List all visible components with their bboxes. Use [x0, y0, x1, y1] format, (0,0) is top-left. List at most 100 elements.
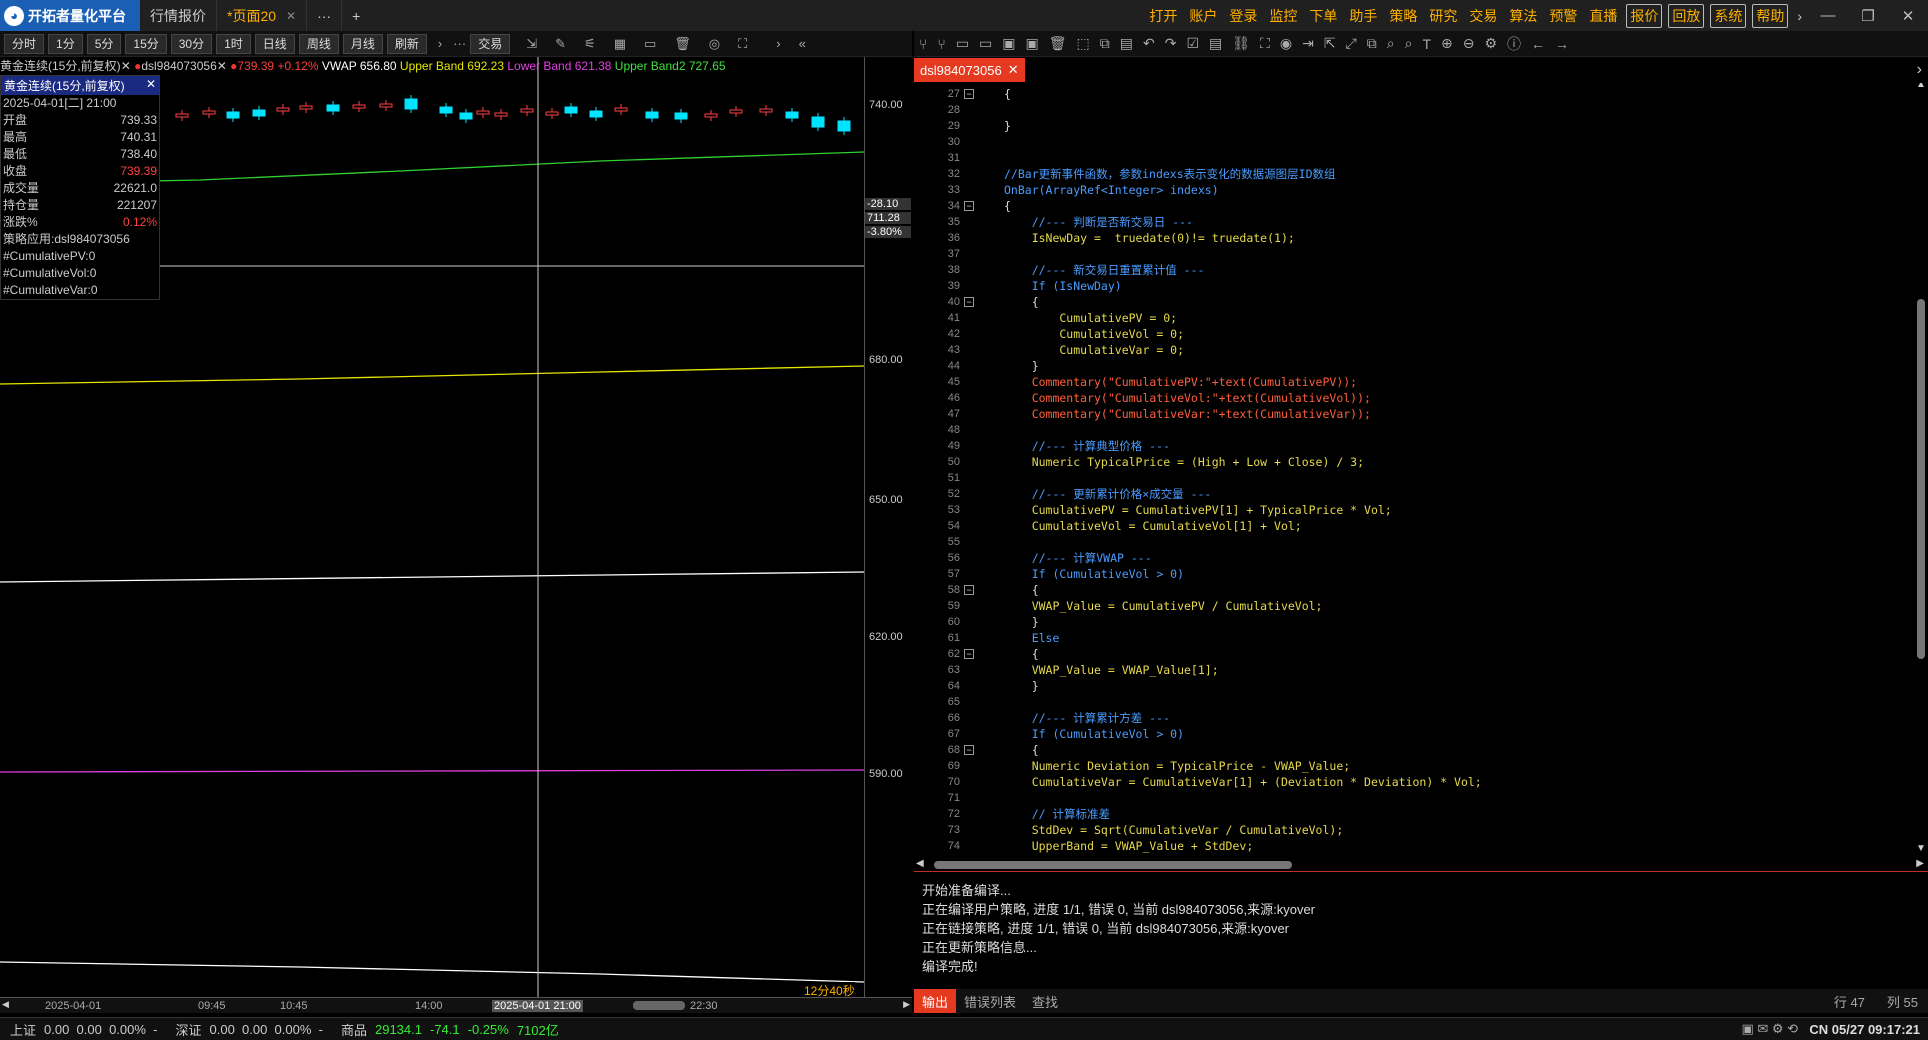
candle[interactable]	[520, 108, 534, 113]
time-scroll-thumb[interactable]	[633, 1001, 685, 1010]
fold-toggle-icon[interactable]: −	[964, 201, 974, 211]
menu-item-15[interactable]: 帮助	[1752, 3, 1789, 28]
period-button-3[interactable]: 15分	[125, 33, 167, 54]
stop-icon[interactable]: ◉	[1280, 35, 1292, 52]
period-button-5[interactable]: 1时	[216, 33, 251, 54]
scroll-right-icon[interactable]: ▶	[903, 999, 910, 1010]
info-icon[interactable]: ⓘ	[1507, 34, 1521, 54]
candle[interactable]	[785, 111, 799, 119]
editor-tab-active[interactable]: dsl984073056 ✕	[914, 58, 1025, 82]
candle[interactable]	[674, 112, 688, 120]
back-icon[interactable]: ←	[1531, 36, 1545, 52]
scroll-left-icon[interactable]: ◀	[916, 858, 924, 869]
window-icon[interactable]: ▭	[644, 36, 656, 52]
folder-icon[interactable]: ▭	[956, 35, 969, 52]
check-icon[interactable]: ☑	[1186, 35, 1199, 52]
menu-item-7[interactable]: 研究	[1423, 6, 1463, 26]
candle[interactable]	[614, 107, 628, 112]
close-icon[interactable]: ✕	[146, 77, 156, 94]
candle[interactable]	[299, 105, 313, 110]
chevron-right-icon[interactable]: ›	[1917, 61, 1922, 79]
period-button-6[interactable]: 日线	[254, 33, 295, 54]
branch-add-icon[interactable]: ⑂	[937, 36, 945, 52]
compile-icon[interactable]: ▤	[1209, 35, 1222, 52]
candle[interactable]	[352, 104, 366, 109]
output-tab-1[interactable]: 错误列表	[956, 989, 1024, 1013]
code-editor[interactable]: 27 28 29 30 31 32 33 34 35 36 37 38 39 40 41 42 43 44 45 46…	[914, 83, 1928, 858]
period-button-9[interactable]: 刷新	[386, 33, 427, 54]
menu-item-8[interactable]: 交易	[1463, 6, 1503, 26]
close-window-icon[interactable]: ✕	[1888, 7, 1928, 25]
import-icon[interactable]: ⇥	[1302, 35, 1314, 52]
candle[interactable]	[175, 113, 189, 118]
menu-item-5[interactable]: 助手	[1343, 6, 1383, 26]
menu-item-0[interactable]: 打开	[1143, 6, 1183, 26]
period-button-4[interactable]: 30分	[170, 33, 213, 54]
fit-icon[interactable]: ⧉	[1367, 35, 1377, 52]
expand-icon[interactable]: ⤢	[1346, 35, 1357, 52]
close-icon[interactable]: ✕	[286, 9, 296, 23]
link-icon[interactable]: ⛓	[1232, 35, 1250, 52]
period-button-8[interactable]: 月线	[342, 33, 383, 54]
horizontal-scrollbar[interactable]: ◀ ▶	[914, 858, 1928, 872]
chevron-right-icon[interactable]: ›	[438, 36, 442, 51]
fold-toggle-icon[interactable]: −	[964, 745, 974, 755]
candle[interactable]	[459, 112, 473, 120]
output-tab-2[interactable]: 查找	[1024, 989, 1066, 1013]
candle[interactable]	[226, 111, 240, 119]
copy-icon[interactable]: ⧉	[1100, 35, 1110, 52]
scroll-left-icon[interactable]: ◀	[2, 999, 9, 1010]
more-icon[interactable]: ···	[453, 36, 466, 51]
candle[interactable]	[729, 109, 743, 114]
period-button-1[interactable]: 1分	[48, 33, 83, 54]
candle[interactable]	[326, 104, 340, 112]
period-button-7[interactable]: 周线	[298, 33, 339, 54]
undo-icon[interactable]: ↶	[1143, 35, 1155, 52]
fold-toggle-icon[interactable]: −	[964, 585, 974, 595]
right-icon[interactable]: ⇲	[526, 36, 537, 52]
candle[interactable]	[545, 111, 559, 116]
pen-icon[interactable]: ✎	[555, 36, 566, 52]
chevron-right-icon[interactable]: ›	[1791, 8, 1808, 24]
menu-item-2[interactable]: 登录	[1223, 6, 1263, 26]
candle[interactable]	[439, 106, 453, 114]
zoom-out-icon[interactable]: ⊖	[1463, 35, 1475, 52]
menu-item-13[interactable]: 回放	[1668, 3, 1705, 28]
save-icon[interactable]: ▣	[1002, 35, 1015, 52]
menu-item-4[interactable]: 下单	[1303, 6, 1343, 26]
candle[interactable]	[811, 116, 825, 128]
candle[interactable]	[494, 112, 508, 117]
status-icons[interactable]: ▣ ✉ ⚙ ⟲	[1741, 1021, 1798, 1037]
candle[interactable]	[404, 98, 418, 110]
fold-toggle-icon[interactable]: −	[964, 649, 974, 659]
candle[interactable]	[276, 107, 290, 112]
sliders-icon[interactable]: ⚟	[584, 36, 596, 52]
candle[interactable]	[379, 103, 393, 108]
commodity-index-label[interactable]: 商品	[341, 1020, 367, 1039]
more-tabs-button[interactable]: ···	[307, 0, 343, 31]
menu-item-1[interactable]: 账户	[1183, 6, 1223, 26]
tab-page20[interactable]: *页面20 ✕	[217, 0, 308, 31]
candle[interactable]	[645, 111, 659, 119]
paste-icon[interactable]: ▤	[1120, 35, 1133, 52]
close-icon[interactable]: ✕	[121, 59, 131, 73]
settings-icon[interactable]: ⚙	[1484, 35, 1497, 52]
menu-item-9[interactable]: 算法	[1503, 6, 1543, 26]
time-axis[interactable]: 2025-04-01 09:45 10:45 14:00 2025-04-01 21:0…	[0, 997, 912, 1013]
calculator-icon[interactable]: ▦	[614, 36, 626, 52]
candle[interactable]	[252, 109, 266, 117]
text-icon[interactable]: T	[1422, 36, 1431, 52]
trade-button[interactable]: 交易	[470, 33, 511, 54]
candle[interactable]	[704, 113, 718, 118]
menu-item-6[interactable]: 策略	[1383, 6, 1423, 26]
add-tab-button[interactable]: +	[342, 0, 370, 31]
fold-toggle-icon[interactable]: −	[964, 297, 974, 307]
vertical-scrollbar[interactable]: ▲ ▼	[1914, 83, 1928, 858]
forward-icon[interactable]: →	[1555, 36, 1569, 52]
candle[interactable]	[202, 110, 216, 115]
period-button-0[interactable]: 分时	[4, 33, 45, 54]
redo-icon[interactable]: ↷	[1165, 35, 1177, 52]
restore-icon[interactable]: ❐	[1848, 7, 1888, 25]
candle[interactable]	[759, 108, 773, 113]
menu-item-12[interactable]: 报价	[1626, 3, 1663, 28]
